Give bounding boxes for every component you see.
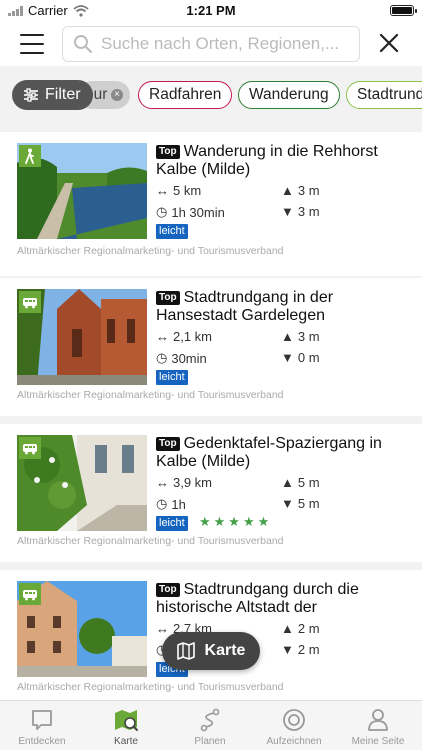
organization: Altmärkischer Regionalmarketing- und Tou… — [17, 681, 284, 693]
descent-icon: ▼ — [281, 204, 294, 219]
map-icon — [176, 642, 195, 660]
status-bar: Carrier 1:21 PM — [0, 0, 422, 22]
search-input[interactable]: Suche nach Orten, Regionen,... — [62, 26, 360, 62]
clock-icon: ◷ — [156, 496, 168, 511]
tour-list: Top Wanderung in die Rehhorst Kalbe (Mild… — [0, 120, 422, 700]
record-icon — [283, 709, 305, 731]
descent-icon: ▼ — [281, 350, 294, 365]
tour-image — [17, 435, 147, 531]
organization: Altmärkischer Regionalmarketing- und Tou… — [17, 245, 284, 257]
descent: ▼ 0 m — [281, 350, 320, 365]
tab-bar: Entdecken Karte Planen Aufzeichnen Meine… — [0, 700, 422, 750]
tab-entdecken[interactable]: Entdecken — [0, 705, 84, 750]
distance-icon: ↔ — [156, 475, 169, 490]
ascent: ▲ 3 m — [281, 183, 320, 198]
clock-icon: ◷ — [156, 204, 168, 219]
city-tour-icon — [19, 291, 41, 313]
search-placeholder: Suche nach Orten, Regionen,... — [101, 34, 340, 53]
profile-icon — [368, 709, 388, 731]
tour-title[interactable]: Top Gedenktafel-Spaziergang in Kalbe (Mil… — [156, 435, 406, 471]
descent-icon: ▼ — [281, 642, 294, 657]
tour-card[interactable]: Top Wanderung in die Rehhorst Kalbe (Mild… — [0, 132, 422, 276]
ascent: ▲ 5 m — [281, 475, 320, 490]
distance: ↔ 5 km — [156, 183, 202, 198]
descent-icon: ▼ — [281, 496, 294, 511]
remove-chip-icon[interactable]: × — [111, 89, 123, 101]
clock-icon: ◷ — [156, 350, 168, 365]
hiking-icon — [19, 145, 41, 167]
duration: ◷ 1h 30min — [156, 204, 225, 220]
status-time: 1:21 PM — [186, 3, 236, 18]
tab-planen[interactable]: Planen — [168, 705, 252, 750]
distance-icon: ↔ — [156, 183, 169, 198]
top-badge: Top — [156, 583, 180, 597]
top-badge: Top — [156, 145, 180, 159]
difficulty-badge: leicht — [156, 516, 188, 531]
tour-image — [17, 289, 147, 385]
close-icon[interactable] — [378, 32, 400, 54]
tour-title[interactable]: Top Wanderung in die Rehhorst Kalbe (Mild… — [156, 143, 406, 179]
filter-chips-bar: our × Radfahren Wanderung Stadtrund Filt… — [0, 66, 422, 120]
ascent-icon: ▲ — [281, 621, 294, 636]
top-badge: Top — [156, 291, 180, 305]
tour-title[interactable]: Top Stadtrundgang durch die historische A… — [156, 581, 406, 617]
tab-karte[interactable]: Karte — [84, 705, 168, 750]
tour-image — [17, 143, 147, 239]
chip-wanderung[interactable]: Wanderung — [238, 81, 340, 109]
city-tour-icon — [19, 583, 41, 605]
difficulty-badge: leicht — [156, 224, 188, 239]
tour-card[interactable]: Top Stadtrundgang in der Hansestadt Garde… — [0, 278, 422, 416]
ascent-icon: ▲ — [281, 183, 294, 198]
map-view-button[interactable]: Karte — [162, 632, 260, 670]
filter-button[interactable]: Filter — [12, 80, 93, 110]
duration: ◷ 30min — [156, 350, 207, 366]
ascent-icon: ▲ — [281, 475, 294, 490]
tour-card[interactable]: Top Gedenktafel-Spaziergang in Kalbe (Mil… — [0, 424, 422, 562]
duration: ◷ 1h — [156, 496, 186, 512]
distance-icon: ↔ — [156, 621, 169, 636]
discover-icon — [32, 710, 52, 730]
tour-image — [17, 581, 147, 677]
ascent-icon: ▲ — [281, 329, 294, 344]
map-icon — [115, 710, 138, 731]
search-icon — [74, 35, 93, 54]
top-badge: Top — [156, 437, 180, 451]
ascent: ▲ 2 m — [281, 621, 320, 636]
rating-stars: ★★★★★ — [199, 514, 273, 529]
battery-icon — [390, 5, 417, 16]
distance: ↔ 2,1 km — [156, 329, 213, 344]
tab-aufzeichnen[interactable]: Aufzeichnen — [252, 705, 336, 750]
descent: ▼ 3 m — [281, 204, 320, 219]
descent: ▼ 2 m — [281, 642, 320, 657]
tour-title[interactable]: Top Stadtrundgang in der Hansestadt Garde… — [156, 289, 406, 325]
difficulty-badge: leicht — [156, 370, 188, 385]
route-icon — [200, 708, 220, 732]
organization: Altmärkischer Regionalmarketing- und Tou… — [17, 389, 284, 401]
sliders-icon — [24, 88, 38, 102]
city-tour-icon — [19, 437, 41, 459]
organization: Altmärkischer Regionalmarketing- und Tou… — [17, 535, 284, 547]
tab-meine-seite[interactable]: Meine Seite — [336, 705, 420, 750]
descent: ▼ 5 m — [281, 496, 320, 511]
chip-stadtrundgang[interactable]: Stadtrund — [346, 81, 422, 109]
search-header: Suche nach Orten, Regionen,... — [0, 22, 422, 66]
ascent: ▲ 3 m — [281, 329, 320, 344]
distance-icon: ↔ — [156, 329, 169, 344]
distance: ↔ 3,9 km — [156, 475, 213, 490]
menu-icon[interactable] — [20, 34, 44, 54]
chip-radfahren[interactable]: Radfahren — [138, 81, 233, 109]
